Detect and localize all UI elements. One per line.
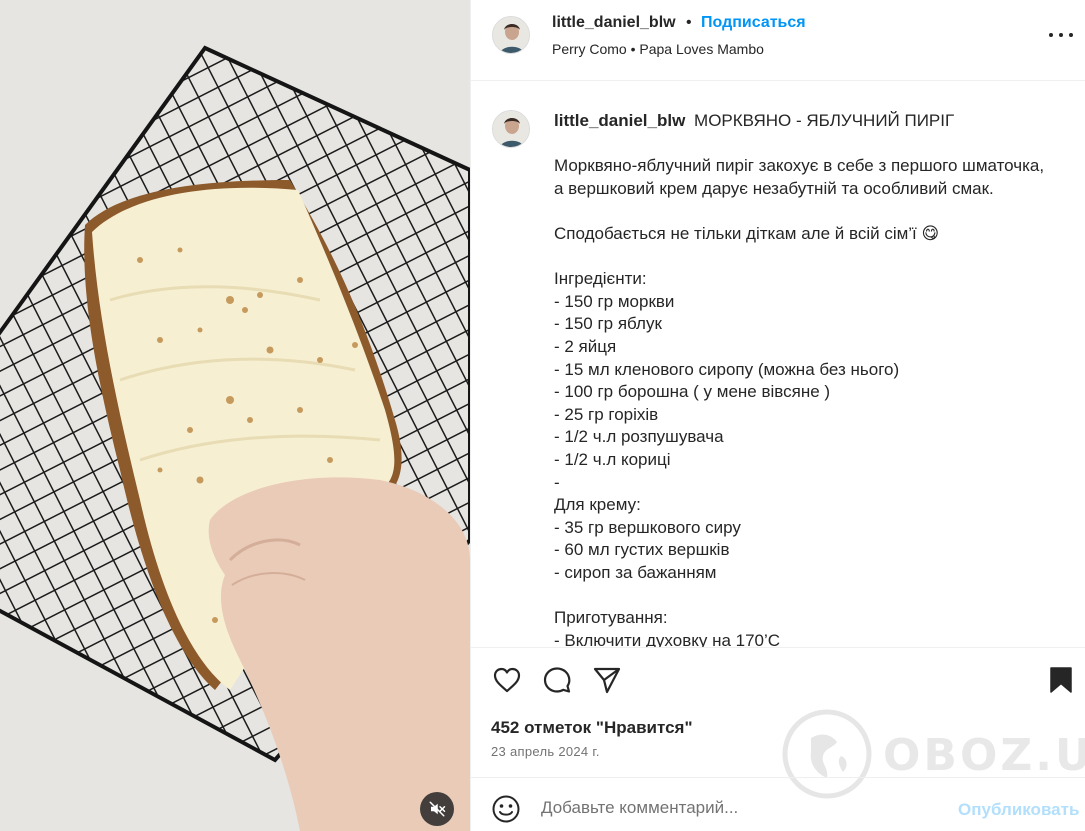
smiley-icon[interactable]: [491, 794, 521, 824]
more-options-button[interactable]: [1049, 26, 1073, 44]
audio-separator: •: [630, 41, 636, 57]
post-header: little_daniel_blw • Подписаться Perry Co…: [471, 0, 1085, 81]
audio-title[interactable]: Papa Loves Mambo: [639, 41, 764, 57]
post-date[interactable]: 23 апрель 2024 г.: [491, 744, 600, 759]
author-username-link[interactable]: little_daniel_blw: [552, 14, 676, 32]
publish-button[interactable]: Опубликовать: [958, 800, 1079, 820]
separator-dot: •: [686, 14, 692, 31]
post-media[interactable]: [0, 0, 470, 831]
comment-bar: Опубликовать: [471, 777, 1085, 831]
audio-attribution[interactable]: Perry Como • Papa Loves Mambo: [552, 41, 764, 57]
paper-plane-icon[interactable]: [591, 664, 623, 696]
comment-input[interactable]: [541, 795, 941, 821]
speaker-muted-icon: [429, 801, 446, 817]
follow-button[interactable]: Подписаться: [701, 14, 806, 32]
caption-username-link[interactable]: little_daniel_blw: [554, 111, 685, 130]
caption-title-line: little_daniel_blw МОРКВЯНО - ЯБЛУЧНИЙ ПИ…: [554, 110, 1074, 133]
caption-body: Морквяно-яблучний пиріг закохує в себе з…: [554, 156, 1045, 647]
likes-count[interactable]: 452 отметок "Нравится": [491, 718, 693, 738]
author-avatar[interactable]: [492, 16, 530, 54]
comment-bubble-icon[interactable]: [541, 664, 573, 696]
post-video-frame: [0, 0, 470, 831]
more-dots-icon: [1049, 33, 1053, 37]
mute-button[interactable]: [420, 792, 454, 826]
post-details-panel: little_daniel_blw • Подписаться Perry Co…: [470, 0, 1085, 831]
post-actions: 452 отметок "Нравится" 23 апрель 2024 г.: [471, 647, 1085, 777]
person-avatar-icon: [493, 111, 529, 147]
caption-title: МОРКВЯНО - ЯБЛУЧНИЙ ПИРІГ: [694, 111, 955, 130]
caption-author-avatar[interactable]: [492, 110, 530, 148]
post-caption: little_daniel_blw МОРКВЯНО - ЯБЛУЧНИЙ ПИ…: [554, 110, 1074, 647]
heart-icon[interactable]: [491, 664, 523, 696]
person-avatar-icon: [493, 17, 529, 53]
bookmark-filled-icon[interactable]: [1045, 664, 1077, 696]
caption-scroll-area[interactable]: little_daniel_blw МОРКВЯНО - ЯБЛУЧНИЙ ПИ…: [471, 82, 1085, 647]
audio-artist[interactable]: Perry Como: [552, 41, 627, 57]
